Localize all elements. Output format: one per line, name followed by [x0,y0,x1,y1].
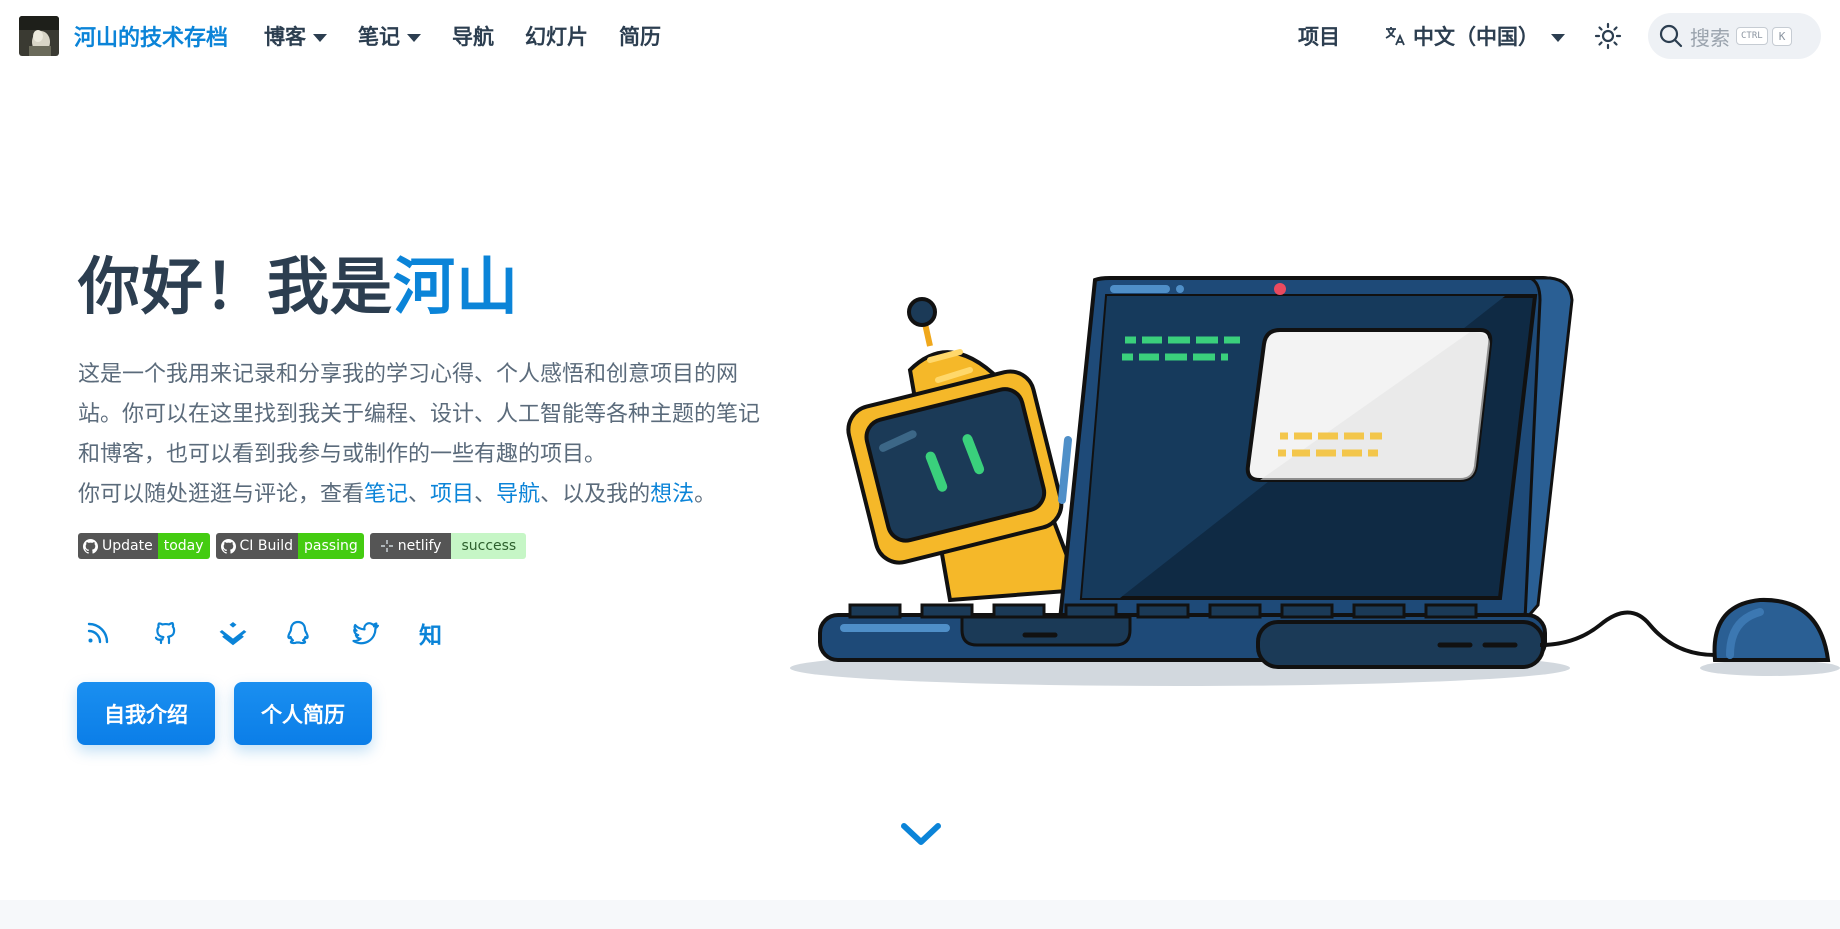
juejin-icon [219,622,247,646]
site-logo [19,16,59,56]
desc-text: 、以及我的 [540,482,651,507]
desc-sep: 、 [408,482,431,507]
nav-item-label: 博客 [264,25,307,49]
kbd-ctrl: CTRL [1736,27,1768,45]
nav-item-projects[interactable]: 项目 [1298,21,1340,51]
sun-icon [1594,22,1622,50]
github-icon [83,538,98,554]
twitter-link[interactable] [352,617,419,649]
rss-link[interactable] [84,617,151,649]
status-badges: Update today CI Build passing netlify su… [78,533,527,559]
badge-left: CI Build [215,533,299,559]
nav-item-navigation[interactable]: 导航 [452,21,494,51]
ci-build-badge[interactable]: CI Build passing [215,533,364,559]
qq-link[interactable] [285,617,352,649]
badge-left-text: netlify [397,538,442,554]
caret-down-icon [313,33,328,42]
github-icon [154,622,176,645]
search-icon [1659,24,1683,48]
hero-title-name: 河山 [393,250,520,323]
zhihu-icon: 知 [419,623,442,649]
language-switcher[interactable]: 中文（中国） [1383,21,1565,51]
github-link[interactable] [151,617,218,649]
projects-link[interactable]: 项目 [430,482,474,507]
update-badge[interactable]: Update today [78,533,210,559]
navigation-link[interactable]: 导航 [496,482,540,507]
qq-icon [287,620,309,645]
hero-actions: 自我介绍 个人简历 [77,682,372,745]
brand-name: 河山的技术存档 [74,26,229,51]
github-icon [220,538,236,554]
hero-desc-line2: 你可以随处逛逛与评论，查看笔记、项目、导航、以及我的想法。 [78,475,763,515]
nav-right: 项目 中文（中国） 搜索 CTRL K [1298,13,1821,59]
badge-left: netlify [369,533,452,559]
translate-icon [1385,27,1405,46]
desc-text: 你可以随处逛逛与评论，查看 [78,482,365,507]
about-me-button[interactable]: 自我介绍 [77,682,215,745]
hero-desc-line1: 这是一个我用来记录和分享我的学习心得、个人感悟和创意项目的网站。你可以在这里找到… [78,362,761,467]
search-box[interactable]: 搜索 CTRL K [1648,13,1821,59]
nav-item-label: 幻灯片 [525,25,589,49]
nav-item-blog[interactable]: 博客 [264,21,328,51]
desc-sep: 、 [474,482,497,507]
thoughts-link[interactable]: 想法 [650,482,694,507]
badge-left-text: Update [102,538,153,554]
navbar: 河山的技术存档 博客 笔记 导航 幻灯片 简历 项目 中文（中国） 搜索 CTR… [0,0,1840,72]
language-label: 中文（中国） [1413,25,1539,49]
badge-left-text: CI Build [239,538,294,554]
badge-right-text: success [451,533,527,559]
badge-left: Update [78,533,158,559]
hero-description: 这是一个我用来记录和分享我的学习心得、个人感悟和创意项目的网站。你可以在这里找到… [78,355,763,515]
netlify-badge[interactable]: netlify success [369,533,527,559]
nav-item-resume[interactable]: 简历 [619,21,661,51]
nav-item-label: 简历 [619,25,662,49]
rss-icon [87,622,109,644]
caret-down-icon [407,33,422,42]
theme-toggle-button[interactable] [1591,19,1625,53]
badge-right-text: today [157,533,210,559]
nav-item-label: 导航 [452,25,495,49]
nav-item-label: 笔记 [358,25,401,49]
hero-title-prefix: 你好！我是 [78,250,394,323]
kbd-k: K [1771,26,1793,46]
badge-right-text: passing [298,533,364,559]
brand-link[interactable]: 河山的技术存档 [19,16,228,56]
netlify-icon [380,540,393,552]
desc-text: 。 [694,482,717,507]
nav-menu: 博客 笔记 导航 幻灯片 简历 [264,21,692,51]
nav-item-slides[interactable]: 幻灯片 [525,21,588,51]
twitter-icon [352,622,379,645]
nav-item-label: 项目 [1298,25,1340,49]
caret-down-icon [1551,33,1565,42]
zhihu-link[interactable]: 知 [419,617,486,649]
social-links: 知 [84,617,486,649]
juejin-link[interactable] [218,617,285,649]
hero-illustration [790,276,1840,686]
nav-item-notes[interactable]: 笔记 [358,21,422,51]
resume-button[interactable]: 个人简历 [234,682,372,745]
chevron-down-icon[interactable] [900,820,942,848]
hero-title: 你好！我是河山 [78,236,519,326]
next-section [0,900,1840,929]
notes-link[interactable]: 笔记 [364,482,408,507]
search-placeholder: 搜索 [1690,25,1730,50]
